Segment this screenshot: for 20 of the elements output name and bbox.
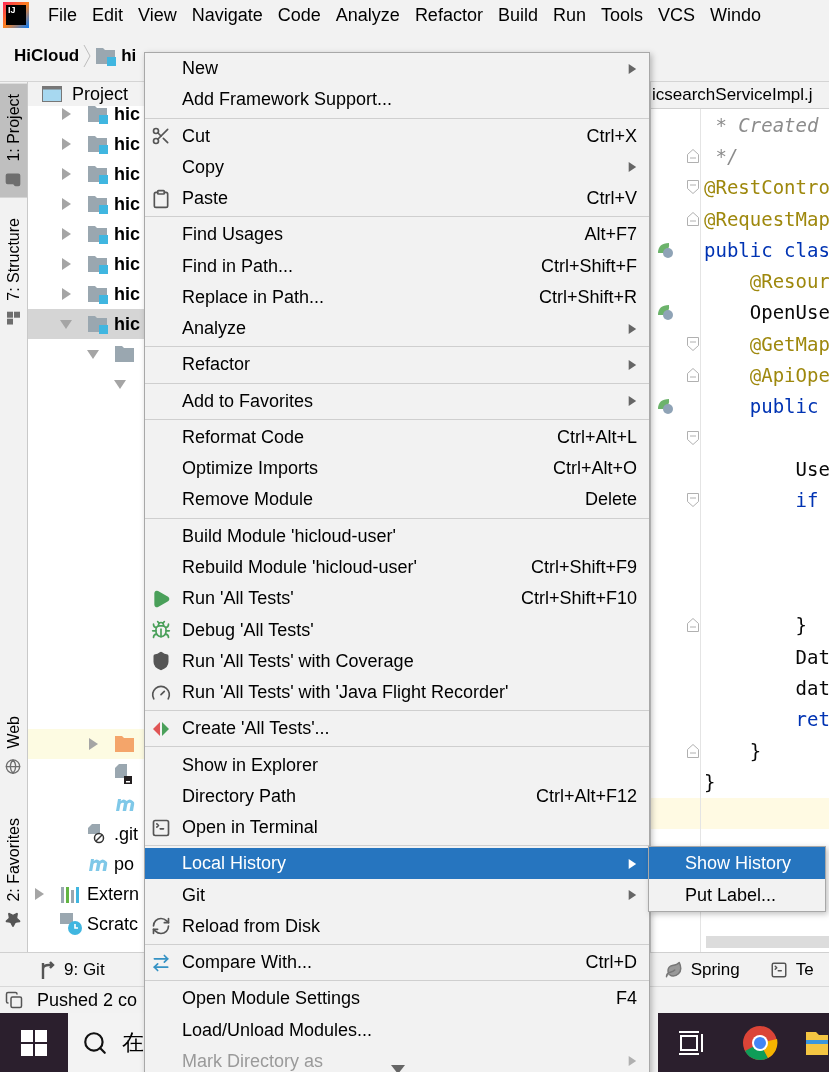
code-line: * Created (714, 113, 819, 136)
code-line: public clas (703, 238, 829, 261)
code-line: } (748, 739, 762, 762)
status-message: Pushed 2 co (37, 989, 138, 1011)
code-line: public (748, 395, 819, 418)
code-line: } (794, 614, 807, 637)
code-line: @RestContro (703, 176, 829, 199)
code-line: Use (794, 457, 829, 480)
code-line: Dat (794, 645, 829, 668)
code-line: @ApiOpe (748, 364, 829, 386)
code-line: dat (794, 677, 829, 699)
panel-title: Project (72, 83, 129, 105)
code-line: if (794, 489, 819, 512)
code-line: ret (794, 708, 829, 731)
code-line: @GetMap (748, 332, 829, 355)
code-line: */ (714, 144, 739, 167)
code-line: } (703, 770, 716, 793)
code-line: @RequestMap (703, 207, 829, 230)
code-line: OpenUse (748, 301, 829, 324)
code-line: @Resour (748, 270, 829, 293)
